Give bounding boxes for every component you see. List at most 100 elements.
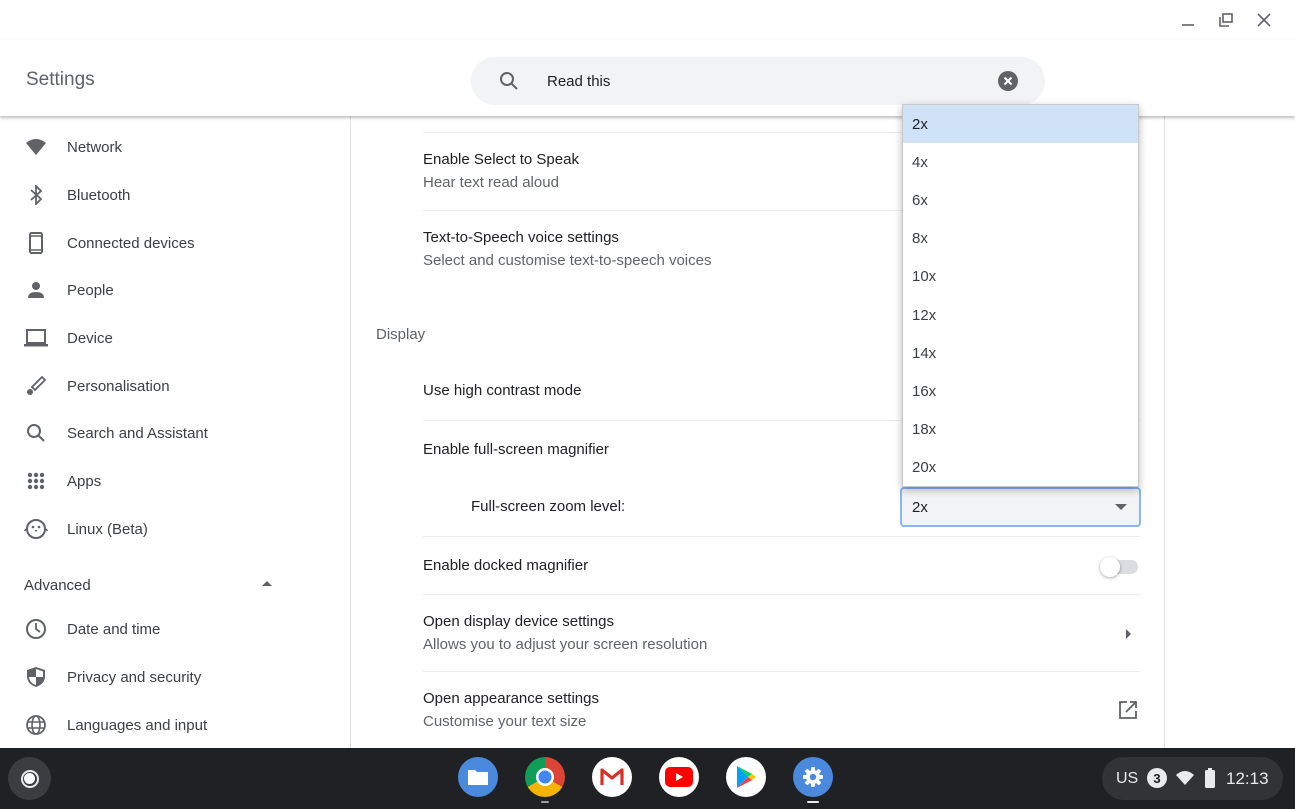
shelf-app-settings[interactable]: [793, 757, 833, 797]
open-in-new-icon[interactable]: [1118, 700, 1138, 725]
minimize-icon: [1182, 24, 1194, 26]
advanced-toggle[interactable]: Advanced: [24, 573, 284, 597]
sidebar-item-privacy-and-security[interactable]: Privacy and security: [0, 655, 350, 699]
row-title: Enable docked magnifier: [423, 557, 589, 574]
sidebar-item-label: Device: [67, 329, 113, 347]
settings-icon: [803, 767, 823, 787]
clear-search-button[interactable]: [998, 71, 1018, 91]
phone-icon: [24, 231, 48, 255]
search-input[interactable]: [547, 69, 967, 93]
shelf: US 3 12:13: [0, 748, 1295, 809]
zoom-option[interactable]: 18x: [903, 410, 1138, 448]
sidebar-item-label: Privacy and security: [67, 668, 202, 686]
sidebar-item-label: Network: [67, 138, 123, 156]
row-subtitle: Allows you to adjust your screen resolut…: [423, 636, 708, 653]
sidebar-item-people[interactable]: People: [0, 268, 350, 312]
zoom-level-value: 2x: [912, 499, 928, 516]
zoom-option[interactable]: 4x: [903, 143, 1138, 181]
display-device-settings-row[interactable]: Open display device settings Allows you …: [423, 594, 1140, 671]
sidebar-item-personalisation[interactable]: Personalisation: [0, 364, 350, 408]
row-subtitle: Customise your text size: [423, 713, 587, 730]
sidebar-item-device[interactable]: Device: [0, 316, 350, 360]
youtube-icon: [665, 767, 693, 787]
sidebar-item-label: People: [67, 281, 114, 299]
zoom-option[interactable]: 10x: [903, 257, 1138, 295]
search-box[interactable]: [471, 57, 1045, 105]
zoom-level-select[interactable]: 2x: [900, 487, 1141, 527]
status-tray[interactable]: US 3 12:13: [1102, 757, 1283, 800]
person-icon: [24, 278, 48, 302]
notification-count-badge: 3: [1147, 768, 1167, 788]
docked-magnifier-row[interactable]: Enable docked magnifier: [423, 536, 1140, 594]
zoom-option[interactable]: 14x: [903, 334, 1138, 372]
zoom-option[interactable]: 8x: [903, 219, 1138, 257]
zoom-option[interactable]: 20x: [903, 448, 1138, 486]
sidebar-item-label: Languages and input: [67, 716, 208, 734]
minimize-button[interactable]: [1169, 8, 1207, 32]
zoom-option[interactable]: 16x: [903, 372, 1138, 410]
chevron-right-icon: [1126, 629, 1131, 639]
docked-magnifier-toggle[interactable]: [1100, 557, 1138, 577]
clock: 12:13: [1226, 769, 1269, 788]
settings-window: Settings Network Bluetooth Connected dev…: [0, 0, 1295, 748]
shelf-app-youtube[interactable]: [659, 757, 699, 797]
sidebar-item-linux-beta[interactable]: Linux (Beta): [0, 507, 350, 551]
chevron-up-icon: [262, 581, 272, 586]
zoom-option[interactable]: 12x: [903, 296, 1138, 334]
files-icon: [468, 770, 488, 785]
gmail-icon: [600, 768, 624, 785]
row-subtitle: Hear text read aloud: [423, 174, 559, 191]
row-title: Enable Select to Speak: [423, 151, 579, 168]
launcher-icon: [20, 769, 39, 788]
active-indicator: [807, 801, 819, 803]
sidebar-item-bluetooth[interactable]: Bluetooth: [0, 173, 350, 217]
row-title: Open appearance settings: [423, 690, 599, 707]
sidebar-item-label: Bluetooth: [67, 186, 131, 204]
shelf-app-gmail[interactable]: [592, 757, 632, 797]
sidebar-item-label: Connected devices: [67, 234, 195, 252]
input-method-indicator: US: [1116, 770, 1139, 787]
restore-button[interactable]: [1207, 8, 1245, 32]
sidebar: Network Bluetooth Connected devices Peop…: [0, 116, 351, 748]
clear-icon: [1003, 76, 1013, 86]
display-section-title: Display: [376, 326, 426, 343]
sidebar-item-date-and-time[interactable]: Date and time: [0, 607, 350, 651]
search-icon: [24, 421, 48, 445]
zoom-level-label: Full-screen zoom level:: [471, 498, 626, 515]
restore-icon: [1219, 13, 1233, 27]
play-store-icon: [737, 766, 756, 788]
close-button[interactable]: [1245, 8, 1283, 32]
sidebar-item-label: Date and time: [67, 620, 161, 638]
app-title: Settings: [26, 69, 95, 90]
appearance-settings-row[interactable]: Open appearance settings Customise your …: [423, 671, 1140, 748]
shield-icon: [24, 665, 48, 689]
shelf-app-play-store[interactable]: [726, 757, 766, 797]
search-icon: [499, 71, 519, 96]
advanced-label: Advanced: [24, 576, 91, 594]
sidebar-item-connected-devices[interactable]: Connected devices: [0, 221, 350, 265]
sidebar-item-search-and-assistant[interactable]: Search and Assistant: [0, 411, 350, 455]
battery-icon: [1205, 768, 1215, 793]
clock-icon: [24, 617, 48, 641]
shelf-app-chrome[interactable]: [525, 757, 565, 797]
zoom-option[interactable]: 6x: [903, 181, 1138, 219]
sidebar-item-label: Search and Assistant: [67, 424, 208, 442]
penguin-icon: [24, 517, 48, 541]
laptop-icon: [24, 326, 48, 350]
sidebar-item-label: Personalisation: [67, 377, 170, 395]
zoom-level-dropdown: 2x 4x 6x 8x 10x 12x 14x 16x 18x 20x: [902, 104, 1139, 487]
launcher-button[interactable]: [8, 757, 51, 800]
globe-icon: [24, 713, 48, 737]
running-indicator: [541, 801, 549, 803]
sidebar-item-languages-and-input[interactable]: Languages and input: [0, 703, 350, 747]
sidebar-item-network[interactable]: Network: [0, 125, 350, 169]
shelf-app-files[interactable]: [458, 757, 498, 797]
wifi-icon: [24, 135, 48, 159]
row-title: Open display device settings: [423, 613, 614, 630]
row-title: Enable full-screen magnifier: [423, 441, 609, 458]
sidebar-item-apps[interactable]: Apps: [0, 459, 350, 503]
zoom-option[interactable]: 2x: [903, 105, 1138, 143]
sidebar-item-label: Apps: [67, 472, 102, 490]
toggle-knob: [1100, 557, 1120, 577]
sidebar-item-label: Linux (Beta): [67, 520, 148, 538]
